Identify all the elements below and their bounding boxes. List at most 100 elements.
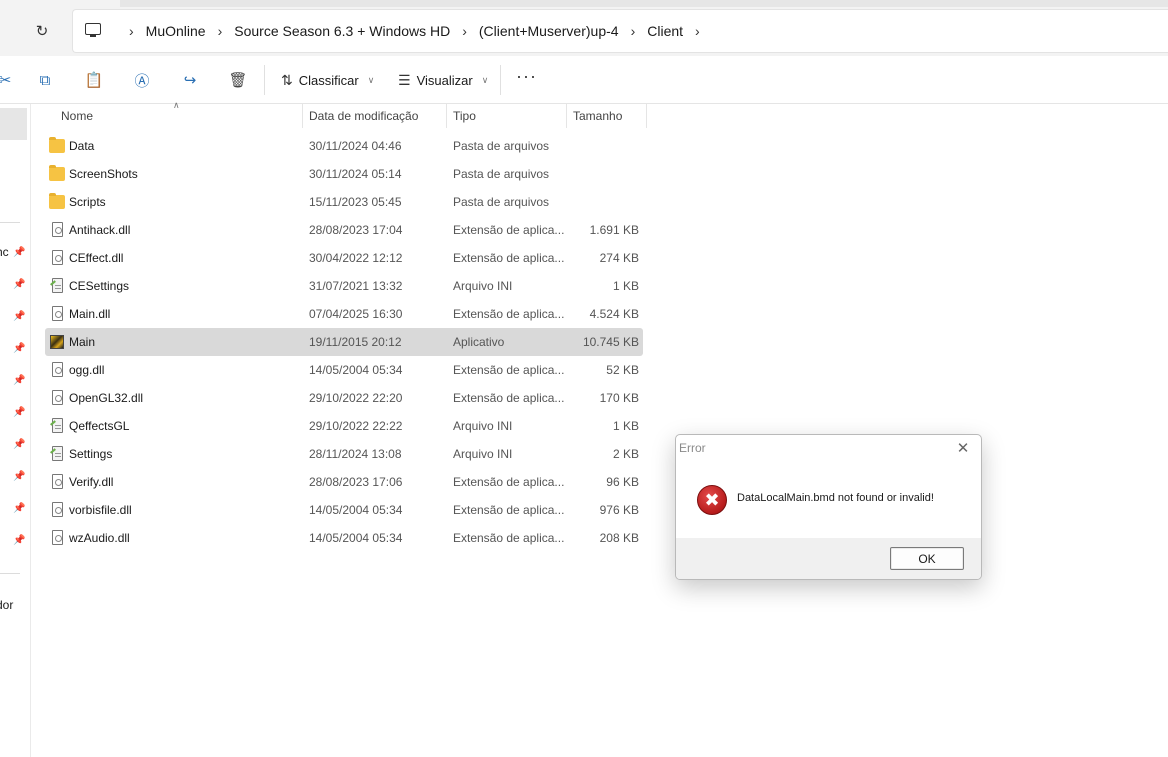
column-divider[interactable] <box>446 104 447 128</box>
file-type: Extensão de aplica... <box>453 475 565 489</box>
breadcrumb-item-client-muserver[interactable]: (Client+Muserver)up-4 <box>479 23 619 39</box>
pin-icon: 📌 <box>13 439 26 450</box>
ini-icon <box>52 278 63 293</box>
file-row[interactable]: Main.dll 07/04/2025 16:30 Extensão de apli… <box>45 300 643 328</box>
pin-icon: 📌 <box>13 375 26 386</box>
pin-icon: 📌 <box>13 535 26 546</box>
this-pc-icon[interactable] <box>85 23 101 37</box>
column-header-type[interactable]: Tipo <box>453 104 565 128</box>
chevron-right-icon[interactable]: › <box>631 23 636 39</box>
column-header-size[interactable]: Tamanho <box>573 104 645 128</box>
column-header-name[interactable]: Nome <box>61 104 301 128</box>
file-date-modified: 19/11/2015 20:12 <box>309 335 402 349</box>
chevron-down-icon: ∨ <box>481 74 489 85</box>
file-row[interactable]: Main 19/11/2015 20:12 Aplicativo 10.745 KB <box>45 328 643 356</box>
file-name: Verify.dll <box>69 475 114 489</box>
file-row[interactable]: Antihack.dll 28/08/2023 17:04 Extensão de … <box>45 216 643 244</box>
sort-button[interactable]: ⇅ Classificar ∨ <box>281 66 374 94</box>
file-type: Aplicativo <box>453 335 505 349</box>
file-date-modified: 28/08/2023 17:04 <box>309 223 403 237</box>
file-name: Antihack.dll <box>69 223 131 237</box>
file-row[interactable]: Scripts 15/11/2023 05:45 Pasta de arquivos <box>45 188 643 216</box>
file-date-modified: 28/08/2023 17:06 <box>309 475 403 489</box>
file-name: wzAudio.dll <box>69 531 130 545</box>
column-divider[interactable] <box>302 104 303 128</box>
file-row[interactable]: CEffect.dll 30/04/2022 12:12 Extensão de a… <box>45 244 643 272</box>
file-row[interactable]: Verify.dll 28/08/2023 17:06 Extensão de ap… <box>45 468 643 496</box>
file-row[interactable]: OpenGL32.dll 29/10/2022 22:20 Extensão de … <box>45 384 643 412</box>
column-header-type-label: Tipo <box>453 109 476 123</box>
file-type: Pasta de arquivos <box>453 139 550 153</box>
file-row[interactable]: CESettings 31/07/2021 13:32 Arquivo INI 1 K… <box>45 272 643 300</box>
sort-label: Classificar <box>298 72 359 88</box>
breadcrumb[interactable]: › MuOnline › Source Season 6.3 + Windows… <box>72 9 1168 53</box>
file-type: Extensão de aplica... <box>453 251 565 265</box>
file-row[interactable]: ogg.dll 14/05/2004 05:34 Extensão de aplic… <box>45 356 643 384</box>
column-divider[interactable] <box>566 104 567 128</box>
file-name: Data <box>69 139 95 153</box>
file-type: Arquivo INI <box>453 447 513 461</box>
more-options-button[interactable]: ··· <box>516 66 537 87</box>
dll-icon <box>52 390 63 405</box>
file-row[interactable]: wzAudio.dll 14/05/2004 05:34 Extensão de a… <box>45 524 643 552</box>
file-name: Scripts <box>69 195 106 209</box>
file-date-modified: 07/04/2025 16:30 <box>309 307 403 321</box>
breadcrumb-item-muonline[interactable]: MuOnline <box>146 23 206 39</box>
nav-item-partial[interactable]: dor <box>0 598 13 612</box>
dialog-title: Error <box>679 441 706 455</box>
file-name: Main.dll <box>69 307 111 321</box>
ok-button[interactable]: OK <box>890 547 964 570</box>
breadcrumb-item-source[interactable]: Source Season 6.3 + Windows HD <box>234 23 450 39</box>
chevron-right-icon[interactable]: › <box>462 23 467 39</box>
chevron-right-icon[interactable]: › <box>218 23 223 39</box>
file-row[interactable]: QeffectsGL 29/10/2022 22:22 Arquivo INI 1 K… <box>45 412 643 440</box>
dialog-body: ✖ DataLocalMain.bmd not found or invalid… <box>676 460 981 538</box>
file-date-modified: 29/10/2022 22:22 <box>309 419 403 433</box>
navigation-pane: hc 📌 📌 📌 📌 📌 📌 📌 📌 📌 📌 dor <box>0 104 31 757</box>
file-date-modified: 30/04/2022 12:12 <box>309 251 403 265</box>
share-icon[interactable]: ↪ <box>179 69 201 91</box>
file-row[interactable]: ScreenShots 30/11/2024 05:14 Pasta de arqu… <box>45 160 643 188</box>
delete-icon[interactable]: 🗑 <box>227 69 249 91</box>
chevron-right-icon[interactable]: › <box>129 23 134 39</box>
chevron-right-icon[interactable]: › <box>695 23 700 39</box>
file-row[interactable]: Settings 28/11/2024 13:08 Arquivo INI 2 KB <box>45 440 643 468</box>
folder-icon <box>49 137 65 153</box>
close-icon[interactable]: ✕ <box>953 438 973 458</box>
column-header-name-label: Nome <box>61 109 94 123</box>
file-type: Extensão de aplica... <box>453 503 565 517</box>
file-size: 274 KB <box>599 251 639 265</box>
copy-icon[interactable]: ⧉ <box>34 69 56 91</box>
file-type: Extensão de aplica... <box>453 307 565 321</box>
file-date-modified: 29/10/2022 22:20 <box>309 391 403 405</box>
nav-item-partial[interactable]: hc <box>0 245 9 259</box>
pin-icon: 📌 <box>13 247 26 258</box>
file-list: Data 30/11/2024 04:46 Pasta de arquivos Scr… <box>45 132 643 552</box>
rename-icon[interactable]: Ⓐ <box>131 69 153 91</box>
cut-icon[interactable]: ✂ <box>0 69 16 91</box>
breadcrumb-item-client[interactable]: Client <box>647 23 683 39</box>
file-type: Extensão de aplica... <box>453 391 565 405</box>
file-type: Arquivo INI <box>453 419 513 433</box>
file-date-modified: 14/05/2004 05:34 <box>309 503 403 517</box>
view-button[interactable]: ☰ Visualizar ∨ <box>398 66 488 94</box>
file-name: Settings <box>69 447 113 461</box>
file-date-modified: 30/11/2024 04:46 <box>309 139 402 153</box>
file-row[interactable]: vorbisfile.dll 14/05/2004 05:34 Extensão d… <box>45 496 643 524</box>
column-header-date[interactable]: Data de modificação <box>309 104 445 128</box>
file-size: 96 KB <box>606 475 639 489</box>
dll-icon <box>52 362 63 377</box>
column-header-date-label: Data de modificação <box>309 109 419 123</box>
column-divider[interactable] <box>646 104 647 128</box>
file-date-modified: 31/07/2021 13:32 <box>309 279 403 293</box>
folder-icon <box>49 165 65 181</box>
file-size: 1 KB <box>612 419 639 433</box>
dll-icon <box>52 250 63 265</box>
file-size: 2 KB <box>612 447 639 461</box>
folder-icon <box>49 193 65 209</box>
file-row[interactable]: Data 30/11/2024 04:46 Pasta de arquivos <box>45 132 643 160</box>
nav-selected-item[interactable] <box>0 108 27 140</box>
file-name: CESettings <box>69 279 130 293</box>
refresh-icon[interactable]: ↻ <box>31 20 53 42</box>
paste-icon[interactable]: 📋 <box>83 69 105 91</box>
